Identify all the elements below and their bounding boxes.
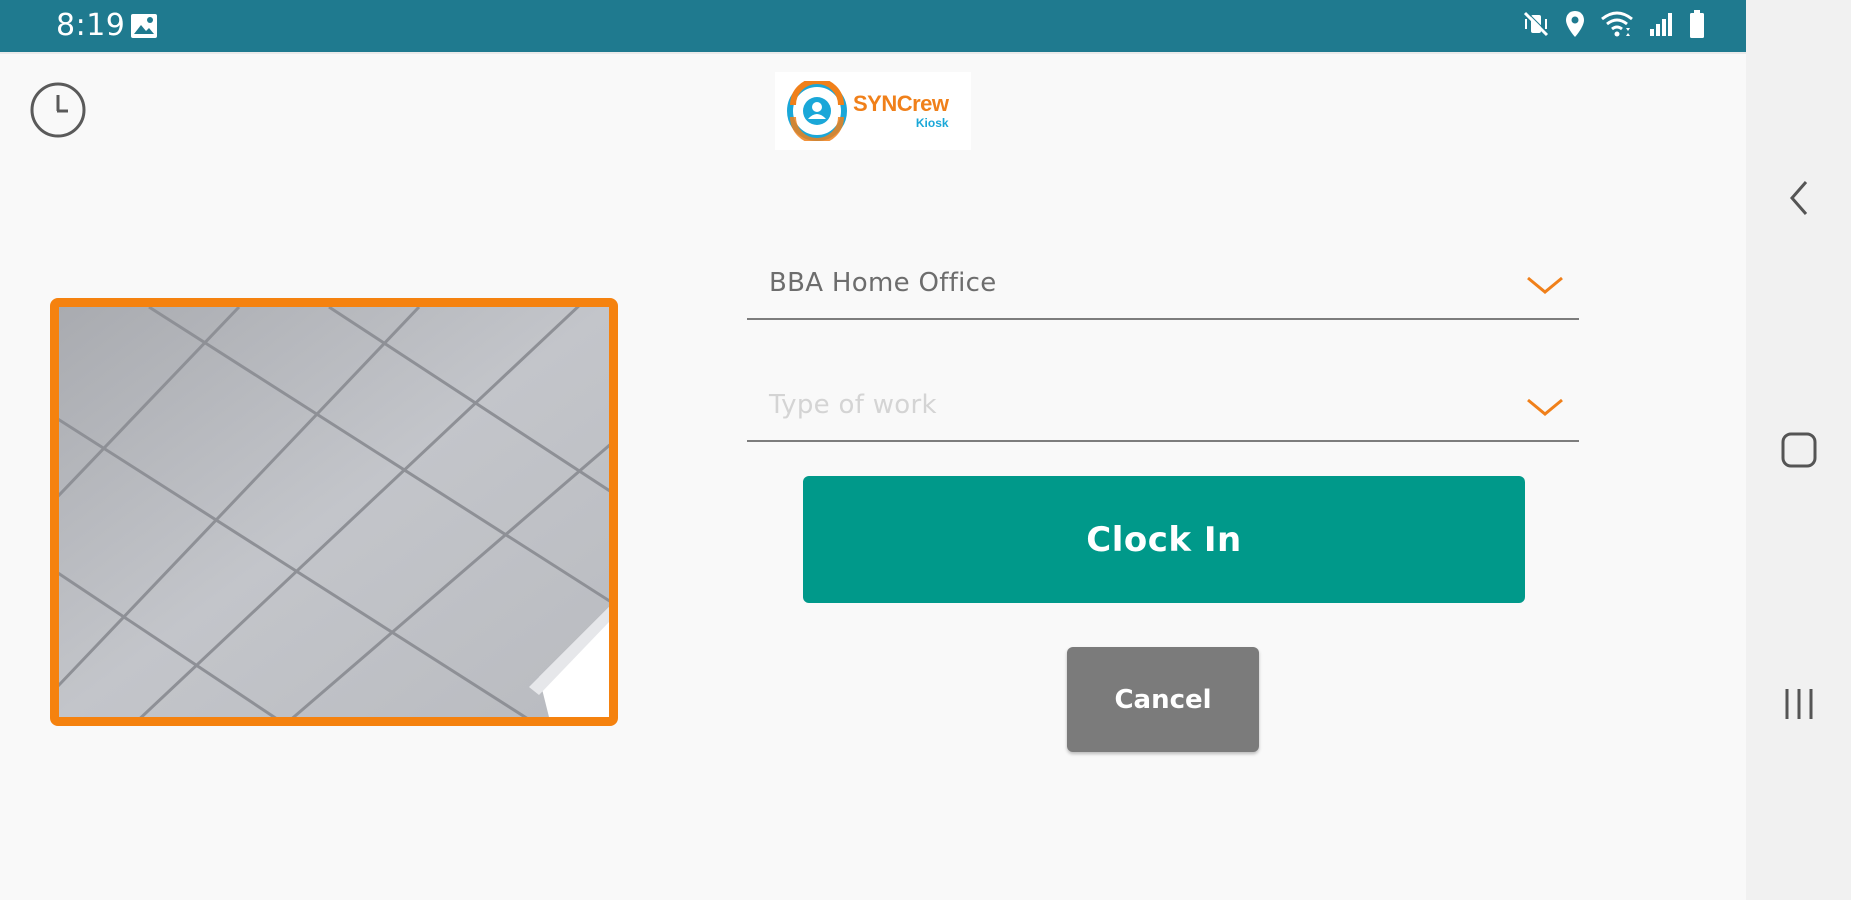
logo-brand-text: SYNCrew: [853, 91, 949, 116]
status-icons: [1522, 10, 1706, 42]
back-icon: [1784, 178, 1814, 222]
mute-vibrate-icon: [1522, 10, 1550, 42]
clock-in-button[interactable]: Clock In: [803, 476, 1525, 603]
clock-icon: [29, 81, 87, 143]
gallery-icon: [130, 13, 158, 43]
logo-sub-text: Kiosk: [915, 116, 949, 130]
navigation-bar: [1746, 0, 1851, 900]
location-value: BBA Home Office: [769, 268, 997, 298]
status-bar-shadow: [0, 52, 1746, 54]
work-type-dropdown[interactable]: Type of work: [747, 380, 1579, 442]
home-icon: [1780, 431, 1818, 473]
camera-preview: [50, 298, 618, 726]
status-bar: 8:19: [0, 0, 1746, 52]
location-dropdown[interactable]: BBA Home Office: [747, 258, 1579, 320]
battery-icon: [1688, 9, 1706, 43]
recents-button[interactable]: [1746, 676, 1851, 736]
signal-icon: [1648, 11, 1674, 41]
home-button[interactable]: [1746, 422, 1851, 482]
back-button[interactable]: [1746, 170, 1851, 230]
location-icon: [1564, 10, 1586, 42]
app-logo: SYNCrew Kiosk: [775, 72, 971, 150]
chevron-down-icon: [1525, 272, 1565, 302]
cancel-button[interactable]: Cancel: [1067, 647, 1259, 752]
work-type-placeholder: Type of work: [769, 390, 937, 420]
chevron-down-icon: [1525, 394, 1565, 424]
recents-icon: [1780, 685, 1818, 727]
status-time: 8:19: [56, 8, 126, 43]
logo-emblem-icon: [787, 81, 847, 141]
history-button[interactable]: [28, 82, 88, 142]
wifi-icon: [1600, 10, 1634, 42]
